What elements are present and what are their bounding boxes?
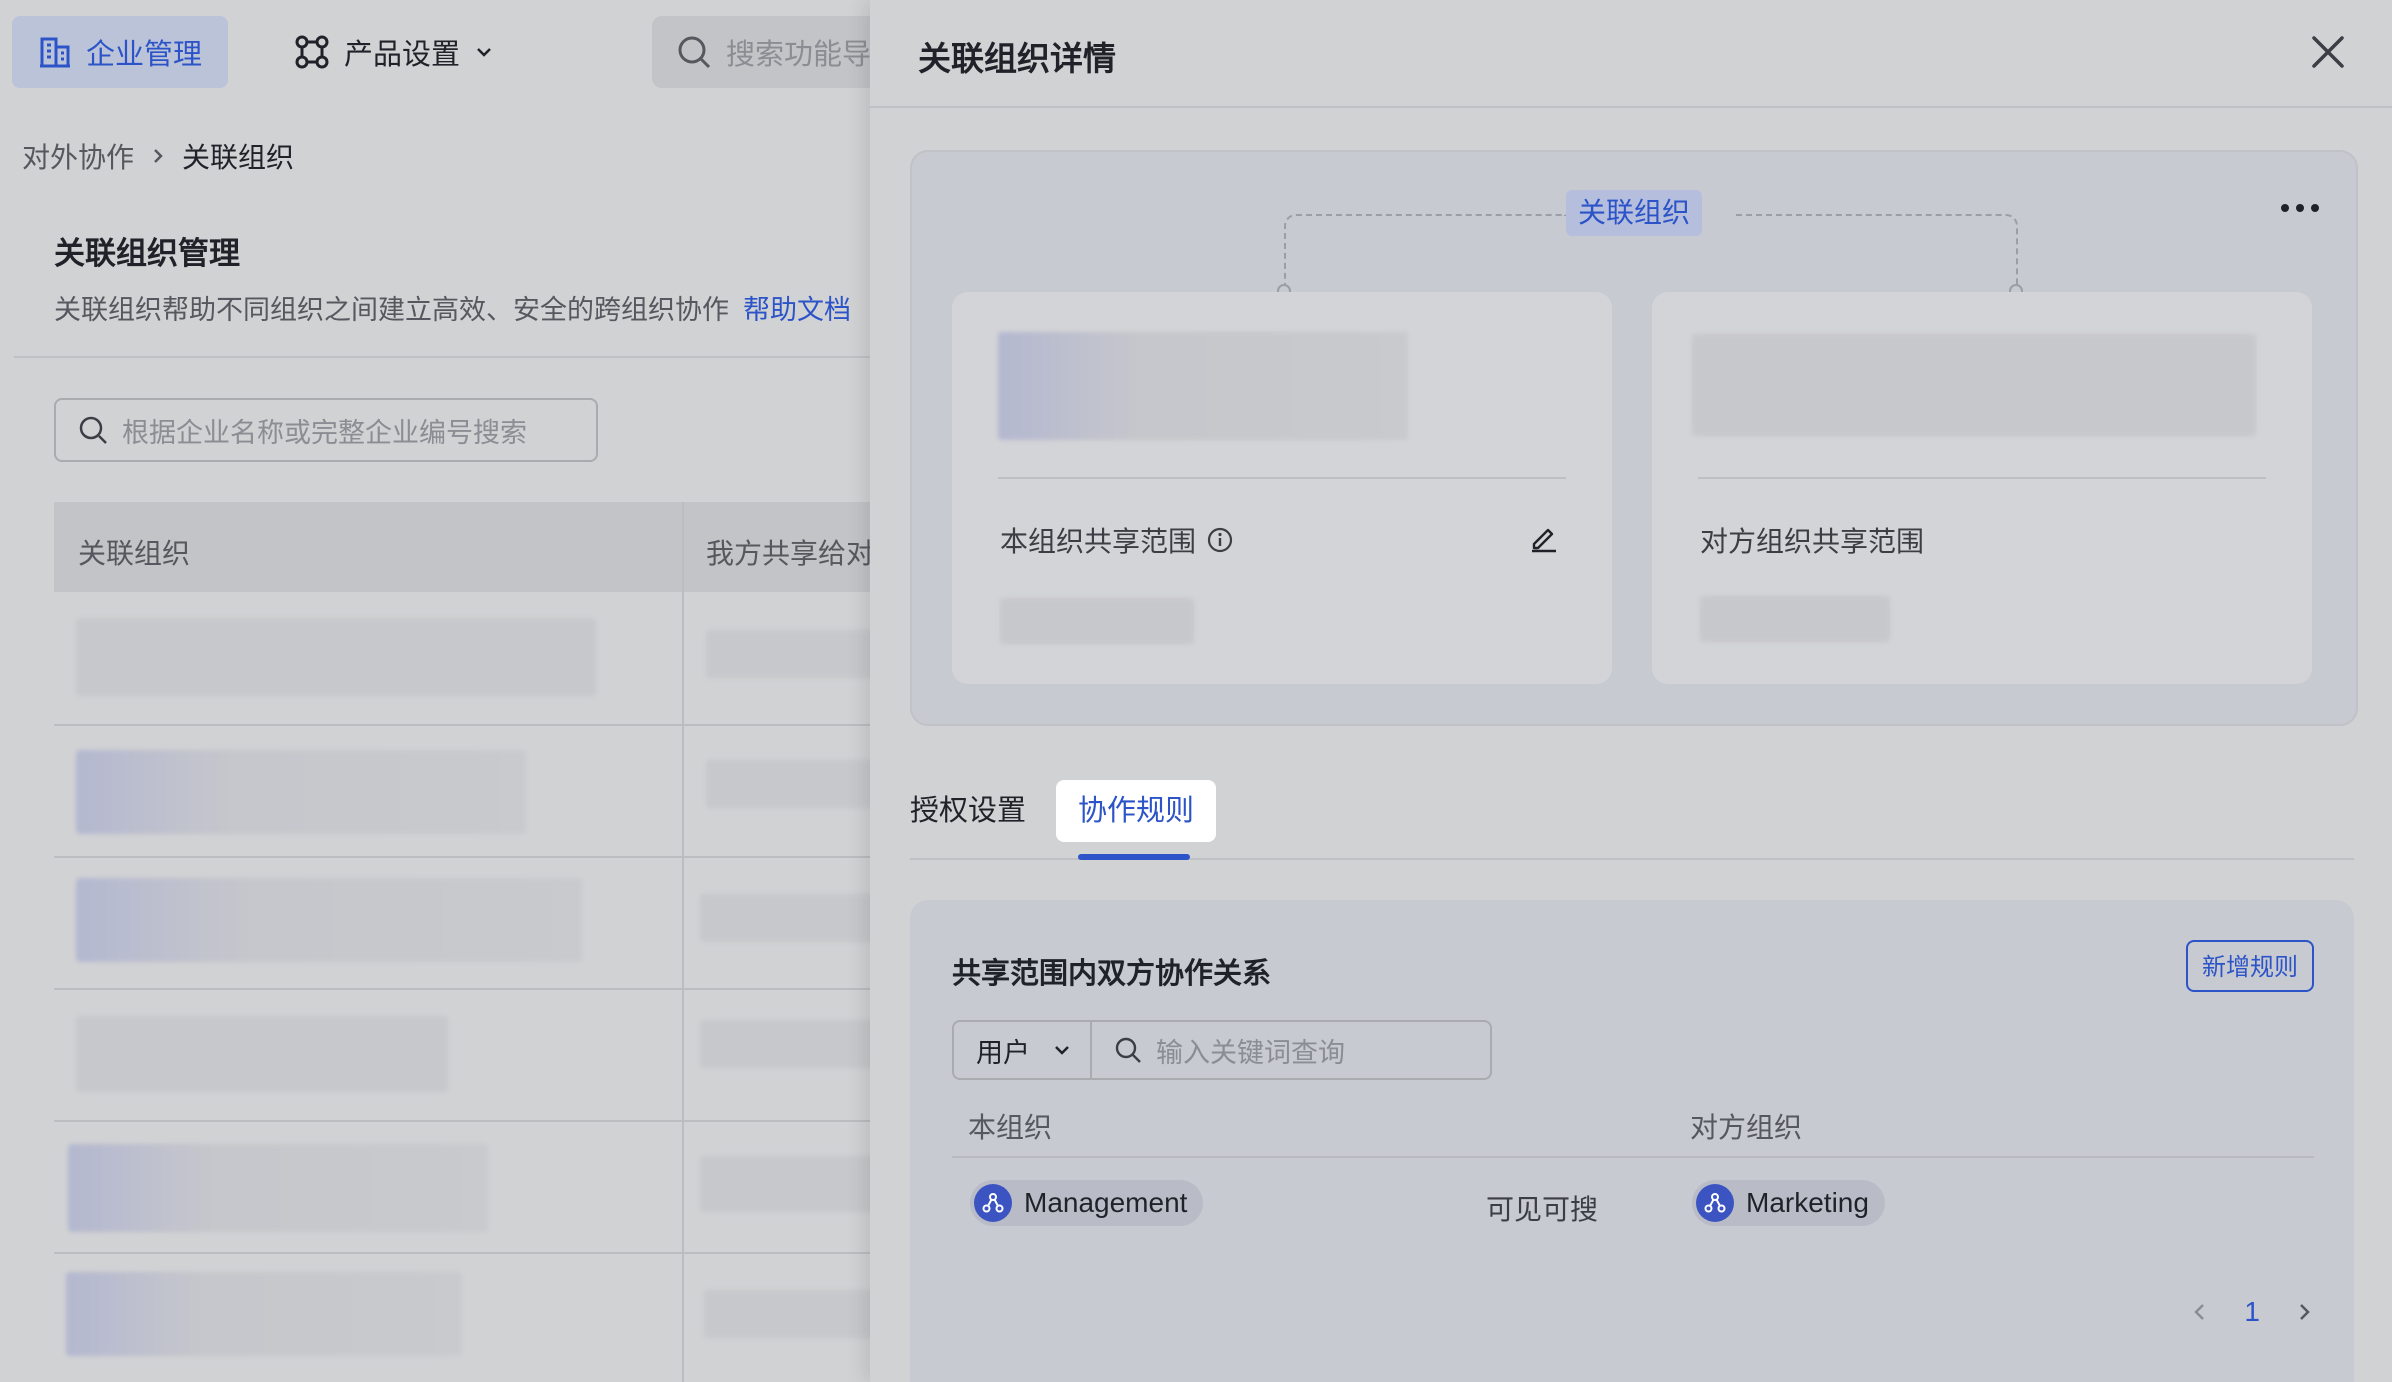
card-divider [998,477,1566,479]
page-title: 关联组织管理 [54,236,240,271]
org-search-input[interactable]: 根据企业名称或完整企业编号搜索 [54,398,598,462]
blurred-row-content [76,618,596,696]
relationship-panel: 关联组织 本组织共享范围 对方组织共享范围 [910,150,2358,726]
blurred-row-content [700,1020,876,1068]
column-header-own-org: 本组织 [968,1112,1053,1143]
keyword-search-input[interactable]: 输入关键词查询 [1092,1020,1492,1080]
blurred-scope-value [1700,596,1890,642]
other-scope-label: 对方组织共享范围 [1700,520,1924,560]
blurred-row-content [706,630,876,678]
help-doc-link[interactable]: 帮助文档 [743,295,851,325]
row-divider [54,1252,894,1254]
partner-org-name: Marketing [1746,1187,1869,1218]
org-search-placeholder: 根据企业名称或完整企业编号搜索 [122,417,527,448]
column-header-partner-org: 对方组织 [1690,1112,1803,1143]
collab-rules-section: 共享范围内双方协作关系 新增规则 用户 输入关键词查询 本组织 对方组织 Man… [910,900,2354,1382]
chevron-right-icon [154,149,163,163]
rule-filter: 用户 输入关键词查询 [952,1020,1492,1080]
blurred-scope-value [1000,598,1194,644]
own-org-card: 本组织共享范围 [952,292,1612,684]
nav-search-placeholder: 搜索功能导 [726,39,872,71]
blurred-row-content [68,1144,488,1232]
blurred-row-content [66,1272,462,1356]
blurred-row-content [700,1156,876,1212]
row-divider [54,988,894,990]
add-rule-button[interactable]: 新增规则 [2186,940,2314,992]
breadcrumb: 对外协作 关联组织 [22,136,294,176]
own-org-chip[interactable]: Management [970,1180,1204,1226]
connector-line [1736,214,2018,286]
pagination: 1 [2190,1296,2314,1328]
own-scope-text: 本组织共享范围 [1000,526,1197,557]
relationship-tag: 关联组织 [1566,190,1703,236]
own-org-name: Management [1024,1187,1188,1218]
blurred-row-content [76,750,526,834]
connector-line [1284,214,1566,286]
nav-enterprise-management[interactable]: 企业管理 [12,16,229,88]
drawer-title: 关联组织详情 [918,40,1116,77]
org-table-header: 关联组织 我方共享给对 [54,502,894,592]
blurred-row-content [76,878,582,962]
department-icon [974,1184,1012,1222]
department-icon [1696,1184,1734,1222]
blurred-row-content [704,1290,876,1338]
edit-icon[interactable] [1528,522,1560,554]
blurred-org-info [998,332,1408,440]
product-settings-icon [295,35,329,69]
description-text: 关联组织帮助不同组织之间建立高效、安全的跨组织协作 [54,295,729,325]
close-icon[interactable] [2304,28,2352,76]
search-icon [79,416,107,444]
chevron-right-icon[interactable] [2294,1300,2314,1324]
building-icon [40,37,70,68]
nav-enterprise-label: 企业管理 [86,39,203,71]
filter-type-select[interactable]: 用户 [952,1020,1092,1080]
row-divider [54,724,894,726]
card-divider [1698,477,2266,479]
partner-org-card: 对方组织共享范围 [1652,292,2312,684]
tab-collab-rules[interactable]: 协作规则 [1056,780,1217,842]
divider [14,356,894,358]
column-header-org: 关联组织 [78,538,191,569]
info-icon[interactable] [1206,526,1234,554]
breadcrumb-current: 关联组织 [182,142,295,173]
other-scope-text: 对方组织共享范围 [1700,526,1925,557]
column-header-shared: 我方共享给对 [706,538,875,569]
rules-title: 共享范围内双方协作关系 [952,958,1272,990]
partner-org-chip[interactable]: Marketing [1692,1180,1885,1226]
tab-authorization[interactable]: 授权设置 [910,780,1026,842]
relation-text: 可见可搜 [1486,1194,1599,1225]
chevron-down-icon [477,48,491,57]
nav-product-settings[interactable]: 产品设置 [294,16,494,88]
column-divider [682,502,684,1382]
org-detail-drawer: 关联组织详情 关联组织 本组织共享范围 对方组织共享范围 授权设置 协作规则 共… [870,0,2392,1382]
search-icon [1115,1037,1141,1063]
detail-tabs: 授权设置 协作规则 [910,780,2354,860]
own-scope-label: 本组织共享范围 [1000,520,1234,560]
nav-product-label: 产品设置 [344,39,461,71]
drawer-header: 关联组织详情 [870,0,2392,108]
blurred-row-content [700,894,876,942]
search-icon [678,36,711,69]
row-divider [54,856,894,858]
active-tab-indicator [1078,854,1190,860]
row-divider [54,1120,894,1122]
blurred-row-content [706,760,876,808]
current-page[interactable]: 1 [2244,1296,2260,1328]
blurred-org-info [1692,334,2256,436]
rules-table-header: 本组织 对方组织 [952,1096,2314,1158]
page-description: 关联组织帮助不同组织之间建立高效、安全的跨组织协作 帮助文档 [54,288,851,327]
keyword-search-placeholder: 输入关键词查询 [1156,1037,1345,1068]
breadcrumb-parent[interactable]: 对外协作 [22,136,134,176]
blurred-row-content [76,1016,448,1092]
table-row: Management 可见可搜 Marketing [952,1172,2314,1242]
more-icon[interactable] [2280,202,2320,214]
filter-type-value: 用户 [976,1037,1030,1068]
chevron-down-icon [1055,1046,1069,1055]
chevron-left-icon[interactable] [2190,1300,2210,1324]
